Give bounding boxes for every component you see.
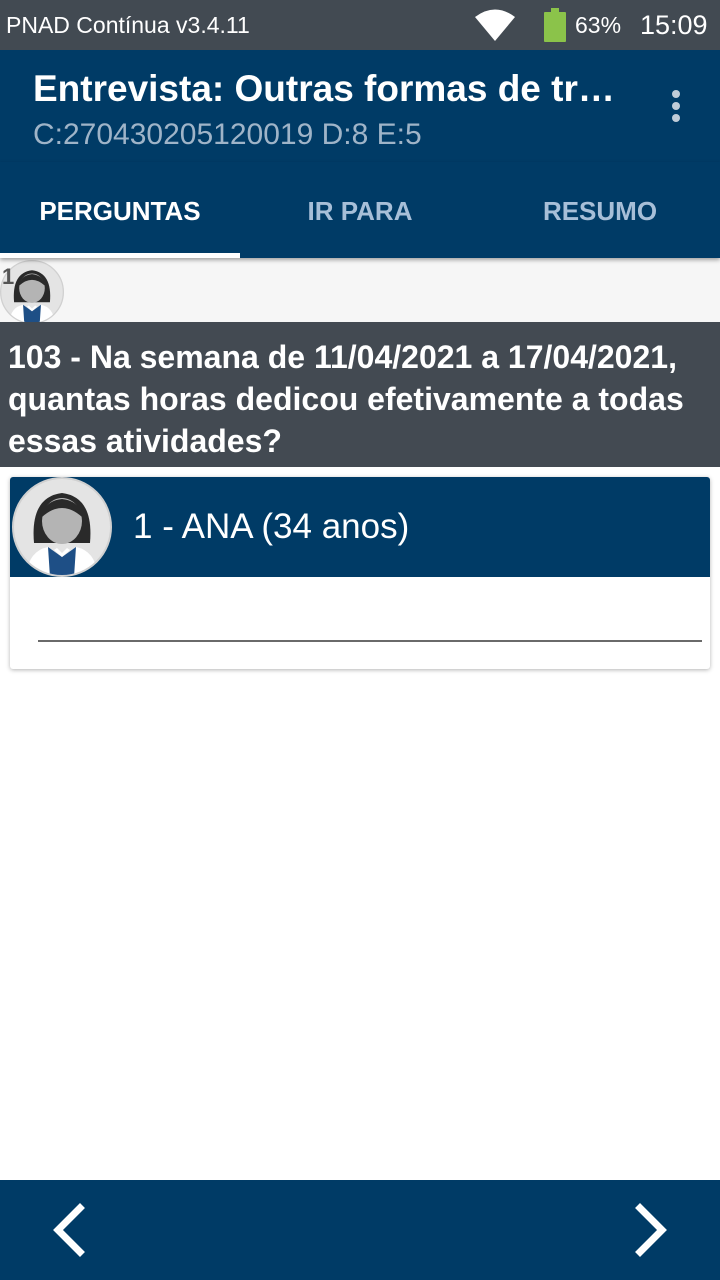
tab-indicator: [0, 253, 240, 258]
status-app-name: PNAD Contínua v3.4.11: [6, 12, 250, 38]
battery-percent: 63%: [575, 12, 622, 38]
chevron-right-icon[interactable]: [620, 1200, 680, 1260]
answer-card-header: 1 - ANA (34 anos): [10, 477, 710, 577]
chevron-left-icon[interactable]: [40, 1200, 100, 1260]
page-title: Entrevista: Outras formas de trabalho: [33, 68, 623, 109]
clock: 15:09: [640, 10, 708, 40]
person-number: 1: [2, 264, 15, 289]
hours-answer-input[interactable]: [38, 602, 702, 642]
app-bar: Entrevista: Outras formas de trabalho C:…: [0, 50, 720, 162]
wifi-icon: [474, 8, 516, 47]
battery-icon: [544, 8, 566, 42]
answer-card: 1 - ANA (34 anos): [10, 477, 710, 669]
bottom-nav: [0, 1180, 720, 1280]
tab-perguntas[interactable]: PERGUNTAS: [0, 162, 240, 258]
question-text: 103 - Na semana de 11/04/2021 a 17/04/20…: [0, 322, 720, 467]
overflow-menu-icon[interactable]: [656, 84, 696, 128]
status-bar: PNAD Contínua v3.4.11 63% 15:09: [0, 0, 720, 50]
person-strip: 1: [0, 258, 720, 324]
tab-bar: PERGUNTAS IR PARA RESUMO: [0, 162, 720, 258]
female-avatar-icon: [12, 477, 112, 577]
interview-code: C:270430205120019 D:8 E:5: [33, 118, 422, 151]
tab-ir-para[interactable]: IR PARA: [240, 162, 480, 258]
person-label: 1 - ANA (34 anos): [133, 507, 410, 546]
tab-resumo[interactable]: RESUMO: [480, 162, 720, 258]
